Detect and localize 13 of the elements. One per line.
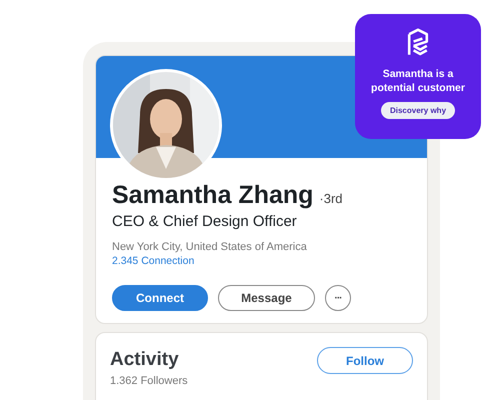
profile-headline: CEO & Chief Design Officer [112, 213, 298, 230]
connection-degree: ·3rd [319, 191, 343, 206]
message-button[interactable]: Message [218, 285, 315, 311]
popup-message: Samantha is a potential customer [370, 68, 466, 96]
activity-title: Activity [110, 349, 180, 371]
follow-button[interactable]: Follow [317, 347, 413, 374]
connections-link[interactable]: 2.345 Connection [112, 255, 411, 267]
connect-button[interactable]: Connect [112, 285, 208, 311]
discovery-button[interactable]: Discovery why [381, 102, 455, 120]
more-button[interactable]: ··· [325, 285, 351, 311]
followers-count: 1.362 Followers [110, 375, 188, 387]
profile-location: New York City, United States of America [112, 241, 308, 253]
profile-name: Samantha Zhang [112, 181, 314, 210]
